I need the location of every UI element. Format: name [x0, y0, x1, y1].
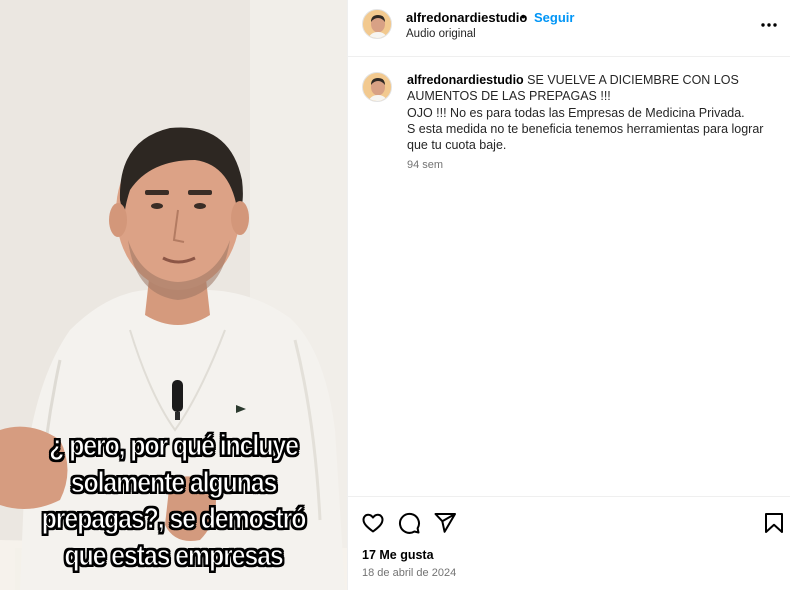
caption-timestamp[interactable]: 94 sem: [407, 159, 443, 171]
caption-line: solamente algunas: [70, 466, 278, 499]
caption-line: que estas empresas: [64, 539, 284, 572]
avatar[interactable]: [362, 9, 392, 39]
caption-text-line: que tu cuota baje.: [407, 138, 507, 153]
more-options-icon[interactable]: [759, 15, 779, 35]
caption-text-line: S esta medida no te beneficia tenemos he…: [407, 121, 764, 136]
caption-username[interactable]: alfredonardiestudio: [407, 73, 524, 87]
profile-photo-icon: [363, 73, 391, 101]
caption-line: ¿ pero, por qué incluye: [49, 430, 300, 463]
caption-text-line: OJO !!! No es para todas las Empresas de…: [407, 105, 745, 120]
caption-text-line: SE VUELVE A DICIEMBRE CON LOS: [527, 73, 739, 87]
heart-icon[interactable]: [361, 511, 385, 535]
post-date[interactable]: 18 de abril de 2024: [362, 567, 456, 579]
audio-label[interactable]: Audio original: [406, 28, 476, 40]
separator-dot: •: [521, 9, 526, 24]
post-caption: alfredonardiestudio SE VUELVE A DICIEMBR…: [407, 72, 777, 153]
profile-photo-icon: [363, 10, 391, 38]
video-player[interactable]: ¿ pero, por qué incluye solamente alguna…: [0, 0, 347, 590]
follow-button[interactable]: Seguir: [534, 10, 574, 25]
action-bar: 17 Me gusta 18 de abril de 2024: [348, 496, 790, 590]
video-caption: ¿ pero, por qué incluye solamente alguna…: [24, 428, 322, 574]
post-side-panel: alfredonardiestudio • Seguir Audio origi…: [347, 0, 790, 590]
post-header: alfredonardiestudio • Seguir Audio origi…: [348, 0, 790, 57]
bookmark-icon[interactable]: [762, 511, 786, 535]
instagram-post-view: ¿ pero, por qué incluye solamente alguna…: [0, 0, 790, 590]
post-author-username[interactable]: alfredonardiestudio: [406, 10, 527, 25]
share-icon[interactable]: [433, 511, 457, 535]
likes-count[interactable]: 17 Me gusta: [362, 548, 434, 562]
comment-avatar[interactable]: [362, 72, 392, 102]
caption-text-line: AUMENTOS DE LAS PREPAGAS !!!: [407, 89, 611, 104]
caption-line: prepagas?, se demostró: [41, 503, 307, 536]
comment-icon[interactable]: [397, 511, 421, 535]
